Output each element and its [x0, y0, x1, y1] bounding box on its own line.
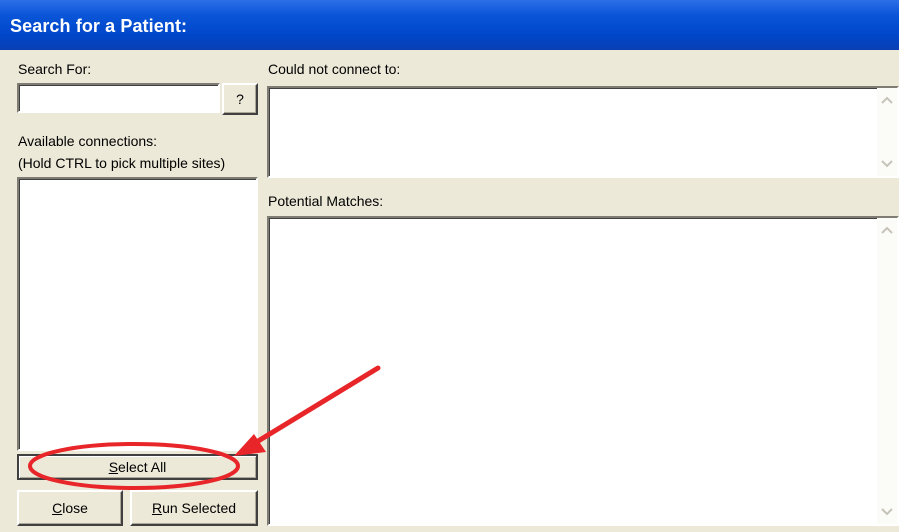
available-connections-list[interactable]: [17, 177, 258, 451]
chevron-up-icon[interactable]: [879, 92, 895, 108]
close-button[interactable]: Close: [17, 490, 123, 526]
help-button[interactable]: ?: [222, 83, 258, 115]
window-title-bar: Search for a Patient:: [0, 0, 899, 50]
could-not-connect-label: Could not connect to:: [268, 61, 401, 77]
search-for-label: Search For:: [18, 61, 92, 77]
window-title: Search for a Patient:: [10, 16, 188, 36]
available-connections-label: Available connections:: [18, 133, 158, 149]
potential-matches-label: Potential Matches:: [268, 193, 384, 209]
search-input[interactable]: [17, 83, 220, 113]
connections-hint-label: (Hold CTRL to pick multiple sites): [18, 155, 226, 171]
select-all-button[interactable]: Select All: [17, 454, 258, 480]
chevron-down-icon[interactable]: [879, 156, 895, 172]
run-selected-button[interactable]: Run Selected: [130, 490, 258, 526]
potential-matches-list[interactable]: [267, 216, 899, 526]
run-selected-label: Run Selected: [151, 500, 237, 516]
could-not-connect-list[interactable]: [267, 86, 899, 178]
select-all-label: Select All: [108, 459, 167, 475]
could-not-connect-scrollbar[interactable]: [877, 88, 897, 176]
close-label: Close: [52, 500, 88, 516]
chevron-down-icon[interactable]: [879, 504, 895, 520]
chevron-up-icon[interactable]: [879, 222, 895, 238]
help-button-label: ?: [236, 91, 244, 107]
potential-matches-scrollbar[interactable]: [877, 218, 897, 524]
